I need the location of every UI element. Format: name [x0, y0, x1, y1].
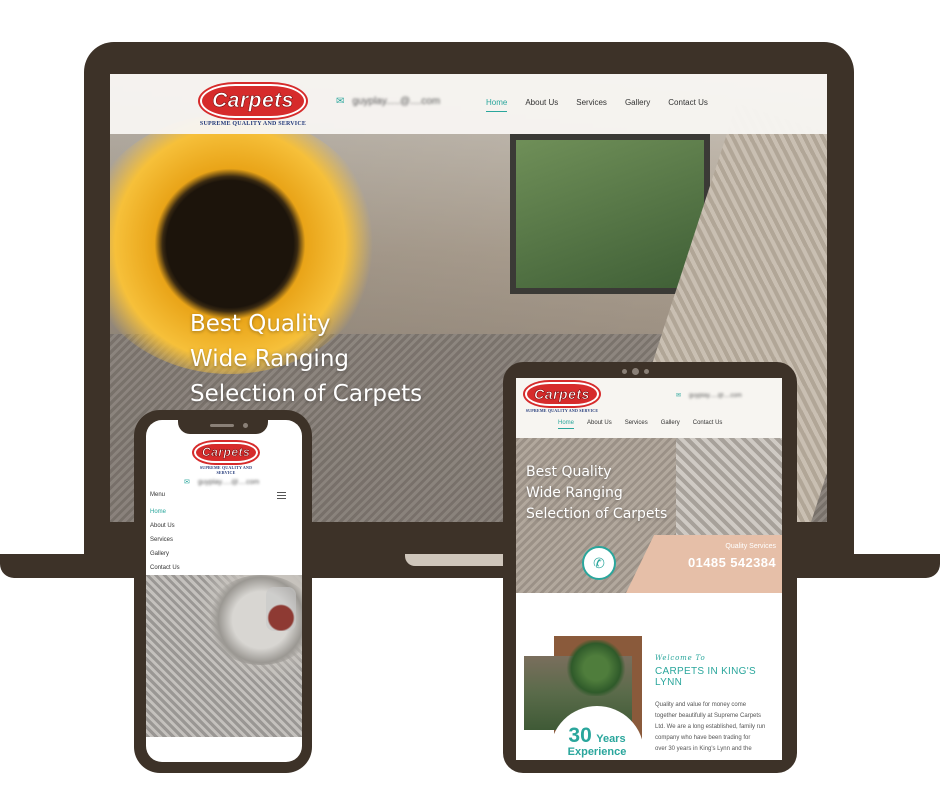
hero-line: Selection of Carpets: [190, 381, 423, 407]
phone-camera: [243, 423, 248, 428]
about-body-text: Quality and value for money come togethe…: [655, 700, 777, 755]
phone-speaker: [210, 424, 234, 427]
hero-line: Best Quality: [526, 464, 612, 480]
nav-contact-us[interactable]: Contact Us: [668, 98, 708, 107]
logo-mark: Carpets: [525, 382, 599, 406]
quality-phone-number[interactable]: 01485 542384: [688, 555, 776, 570]
nav-services[interactable]: Services: [625, 420, 648, 426]
nav-gallery[interactable]: Gallery: [661, 420, 680, 426]
hero-line: Best Quality: [190, 311, 331, 337]
tablet-site-header: Carpets SUPREME QUALITY AND SERVICE ✉ gu…: [516, 378, 782, 438]
mobile-nav-home[interactable]: Home: [150, 505, 180, 519]
years-unit: Years: [596, 733, 626, 745]
tablet-nav: Home About Us Services Gallery Contact U…: [558, 420, 723, 429]
logo-tagline: SUPREME QUALITY AND SERVICE: [199, 465, 253, 475]
welcome-script: Welcome To: [655, 654, 706, 662]
mobile-nav-contact-us[interactable]: Contact Us: [150, 561, 180, 575]
main-nav: Home About Us Services Gallery Contact U…: [486, 98, 708, 112]
carpet-detail-image: [676, 438, 782, 538]
tablet-header-email[interactable]: ✉ guyplay.....@....com: [676, 392, 742, 400]
about-body-line: together beautifully at Supreme Carpets: [655, 713, 762, 719]
hero-window-photo: [510, 134, 710, 294]
mobile-nav-services[interactable]: Services: [150, 533, 180, 547]
mail-icon: ✉: [336, 96, 345, 107]
mail-icon: ✉: [184, 479, 190, 486]
about-body-line: company who have been trading for: [655, 735, 751, 741]
mobile-header-email[interactable]: ✉ guyplay.....@....com: [184, 478, 260, 487]
email-text: guyplay.....@....com: [352, 96, 441, 107]
mail-icon: ✉: [676, 393, 682, 399]
nav-services[interactable]: Services: [576, 98, 607, 107]
about-body-line: Quality and value for money come: [655, 702, 747, 708]
hero-heading: Best Quality Wide Ranging Selection of C…: [190, 307, 422, 412]
site-logo[interactable]: Carpets SUPREME QUALITY AND SERVICE: [198, 84, 308, 127]
nav-contact-us[interactable]: Contact Us: [693, 420, 723, 426]
nav-about-us[interactable]: About Us: [587, 420, 612, 426]
tablet-screen: Carpets SUPREME QUALITY AND SERVICE ✉ gu…: [516, 378, 782, 760]
hamburger-icon[interactable]: [277, 492, 286, 499]
hero-line: Wide Ranging: [526, 485, 623, 501]
hero-line: Selection of Carpets: [526, 506, 668, 522]
site-header: Carpets SUPREME QUALITY AND SERVICE ✉ gu…: [110, 74, 827, 134]
hero-line: Wide Ranging: [190, 346, 350, 372]
plant-image: [566, 640, 626, 696]
mobile-nav-gallery[interactable]: Gallery: [150, 547, 180, 561]
nav-home[interactable]: Home: [486, 98, 508, 112]
nav-gallery[interactable]: Gallery: [625, 98, 650, 107]
email-text: guyplay.....@....com: [197, 478, 260, 486]
tablet-site-logo[interactable]: Carpets SUPREME QUALITY AND SERVICE: [524, 382, 600, 413]
mobile-menu-label: Menu: [150, 492, 166, 498]
mobile-site-logo[interactable]: Carpets SUPREME QUALITY AND SERVICE: [194, 442, 259, 475]
glass-image: [266, 587, 296, 631]
email-text: guyplay.....@....com: [689, 392, 742, 399]
years-number: 30: [568, 724, 592, 747]
nav-home[interactable]: Home: [558, 420, 575, 429]
about-title: CARPETS IN KING'S LYNN: [655, 666, 756, 688]
tablet-hero-heading: Best Quality Wide Ranging Selection of C…: [526, 462, 667, 525]
logo-mark: Carpets: [194, 442, 259, 463]
mobile-carpet-photo: [146, 575, 302, 737]
logo-mark: Carpets: [200, 84, 306, 118]
nav-about-us[interactable]: About Us: [525, 98, 558, 107]
years-label: Experience: [567, 746, 627, 758]
header-email[interactable]: ✉ guyplay.....@....com: [336, 96, 440, 107]
logo-tagline: SUPREME QUALITY AND SERVICE: [525, 408, 599, 413]
phone-screen: Carpets SUPREME QUALITY AND SERVICE ✉ gu…: [146, 420, 302, 762]
about-body-line: Ltd. We are a long established, family r…: [655, 724, 766, 730]
logo-tagline: SUPREME QUALITY AND SERVICE: [199, 121, 307, 127]
phone-icon[interactable]: ✆: [582, 546, 616, 580]
mobile-nav-about-us[interactable]: About Us: [150, 519, 180, 533]
about-body-line: over 30 years in King's Lynn and the: [655, 746, 752, 752]
quality-label: Quality Services: [725, 543, 776, 550]
mobile-menu: Home About Us Services Gallery Contact U…: [150, 505, 180, 575]
tablet-camera: [622, 368, 649, 375]
